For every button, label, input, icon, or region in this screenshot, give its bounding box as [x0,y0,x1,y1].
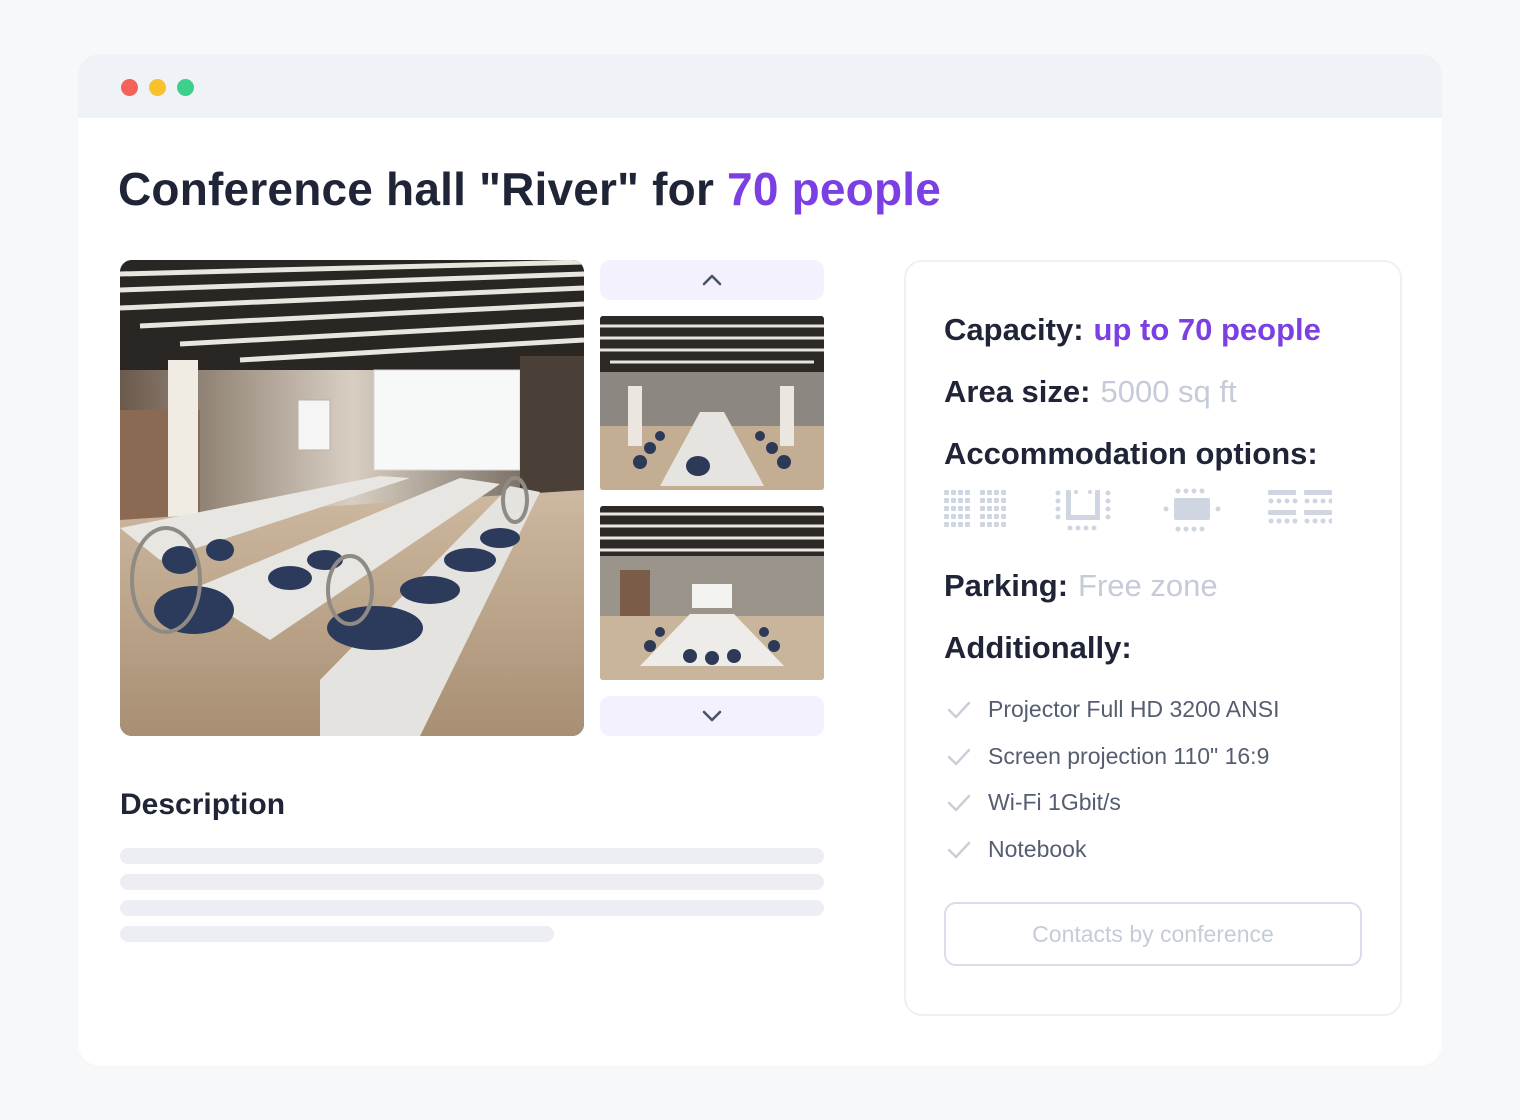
title-accent: 70 people [727,163,942,215]
theater-layout-icon[interactable] [1268,488,1332,532]
chevron-down-icon [702,710,722,722]
browser-window: Conference hall "River" for 70 people De… [78,54,1442,1066]
area-value: 5000 sq ft [1100,374,1237,409]
additionally-label: Additionally: [944,630,1132,665]
thumbnails-up-button[interactable] [600,260,824,300]
title-prefix: Conference hall "River" for [118,163,728,215]
check-icon [947,794,971,811]
conference-room-thumb-2 [600,506,824,680]
check-icon [947,701,971,718]
hall-details-card: Capacity: up to 70 people Area size: 5000 … [904,260,1402,1016]
amenity-label: Screen projection 110" 16:9 [988,743,1270,769]
close-window-button[interactable] [121,79,138,96]
u-shape-layout-icon[interactable] [1054,488,1116,532]
check-icon [947,841,971,858]
capacity-label: Capacity: [944,312,1084,347]
boardroom-layout-icon[interactable] [1160,488,1224,532]
conference-room-thumb-1 [600,316,824,490]
main-photo[interactable] [120,260,584,736]
check-icon [947,748,971,765]
window-titlebar [78,54,1442,118]
description-placeholder-line [120,926,554,942]
amenity-item: Screen projection 110" 16:9 [946,743,1269,770]
capacity-row: Capacity: up to 70 people [944,312,1321,348]
chevron-up-icon [702,274,722,286]
parking-label: Parking: [944,568,1069,603]
accommodation-options [944,488,1344,538]
maximize-window-button[interactable] [177,79,194,96]
description-placeholder-line [120,874,824,890]
description-placeholder-line [120,900,824,916]
amenity-label: Wi-Fi 1Gbit/s [988,789,1121,815]
thumbnails-down-button[interactable] [600,696,824,736]
classroom-layout-icon[interactable] [944,488,1008,532]
capacity-value: up to 70 people [1093,312,1321,347]
contacts-button[interactable]: Contacts by conference [944,902,1362,966]
minimize-window-button[interactable] [149,79,166,96]
area-row: Area size: 5000 sq ft [944,374,1237,410]
amenity-item: Notebook [946,836,1086,863]
parking-row: Parking: Free zone [944,568,1218,604]
parking-value: Free zone [1078,568,1218,603]
area-label: Area size: [944,374,1091,409]
conference-room-photo [120,260,584,736]
amenity-label: Notebook [988,836,1087,862]
description-placeholder-line [120,848,824,864]
amenity-label: Projector Full HD 3200 ANSI [988,696,1280,722]
photo-thumbnail-1[interactable] [600,316,824,490]
description-title: Description [120,788,286,821]
amenity-item: Projector Full HD 3200 ANSI [946,696,1279,723]
page-title: Conference hall "River" for 70 people [118,162,941,216]
photo-thumbnail-2[interactable] [600,506,824,680]
accommodation-label: Accommodation options: [944,436,1318,471]
amenity-item: Wi-Fi 1Gbit/s [946,789,1121,816]
